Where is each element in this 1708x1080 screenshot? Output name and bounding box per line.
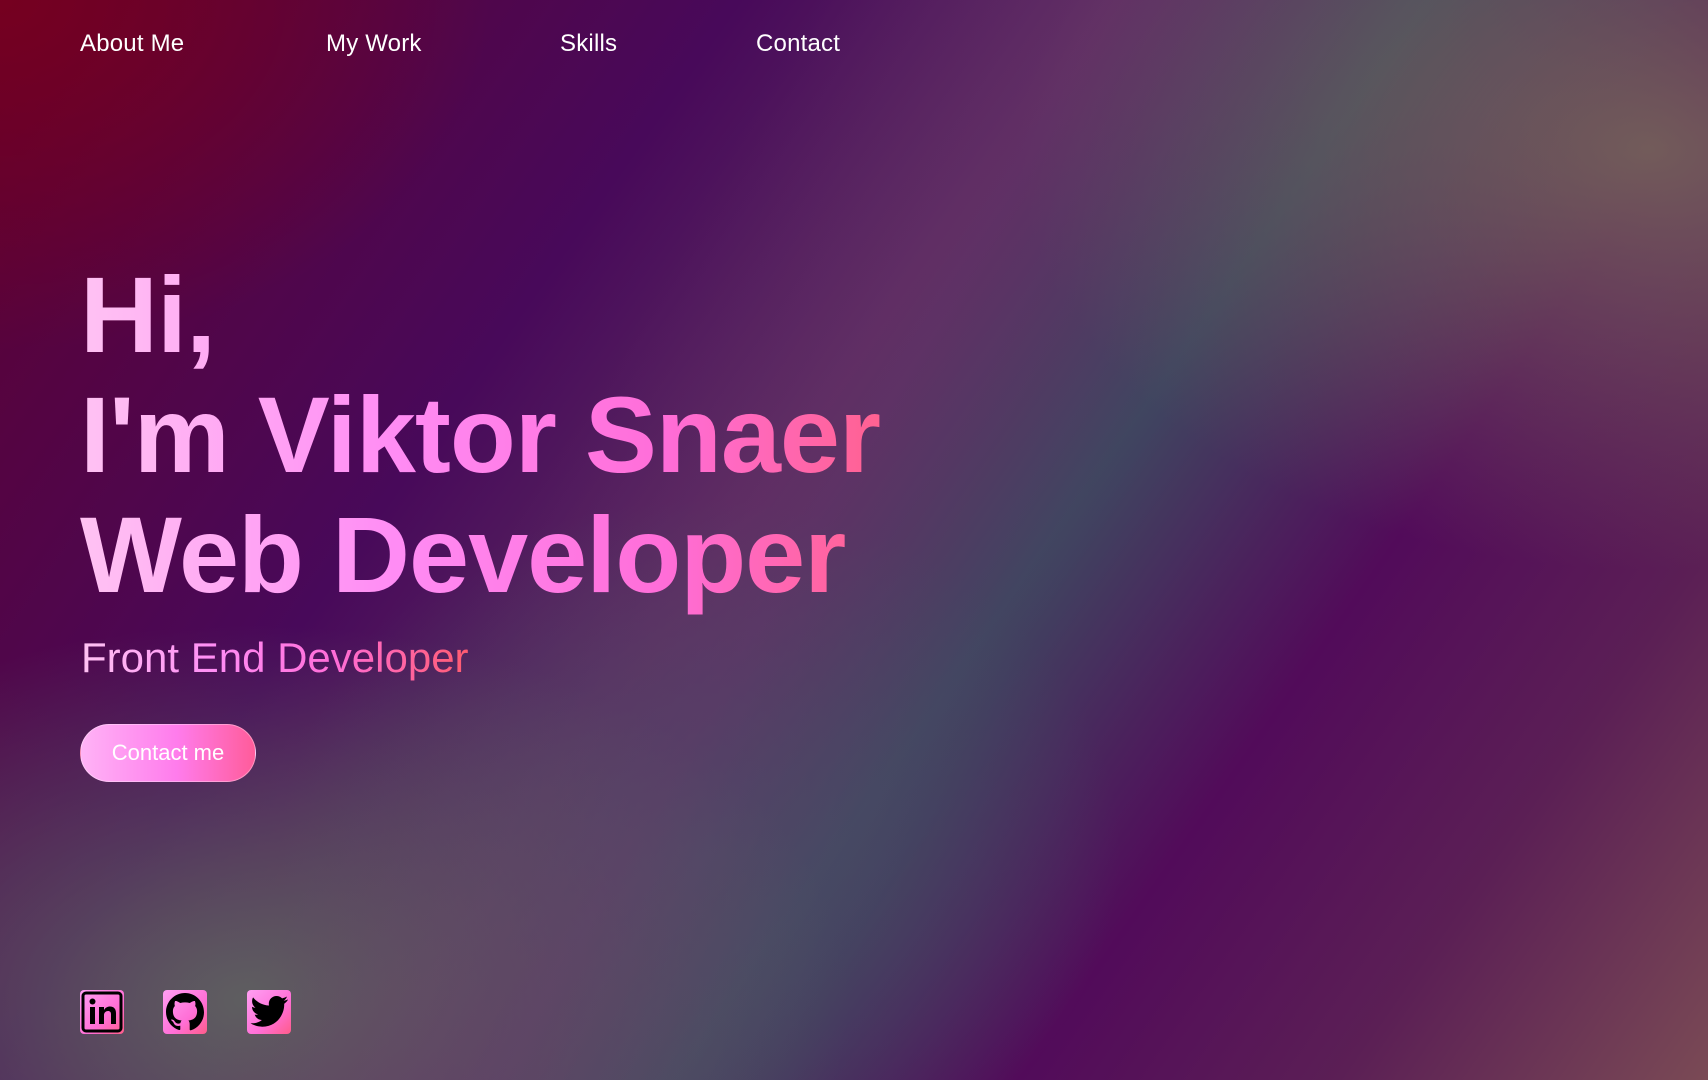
nav-item-about-me[interactable]: About Me	[80, 30, 184, 58]
nav-item-skills[interactable]: Skills	[560, 30, 617, 58]
nav-item-contact[interactable]: Contact	[756, 30, 840, 58]
hero-greeting: Hi,	[80, 255, 980, 375]
hero-heading: Hi, I'm Viktor Snaer Web Developer	[80, 255, 980, 615]
linkedin-icon[interactable]	[80, 990, 124, 1034]
hero-name: I'm Viktor Snaer	[80, 375, 980, 495]
contact-me-button[interactable]: Contact me	[80, 724, 256, 782]
twitter-icon[interactable]	[247, 990, 291, 1034]
hero-role: Web Developer	[80, 495, 980, 615]
hero-subtitle: Front End Developer	[81, 632, 469, 684]
nav-item-my-work[interactable]: My Work	[326, 30, 422, 58]
github-icon[interactable]	[163, 990, 207, 1034]
